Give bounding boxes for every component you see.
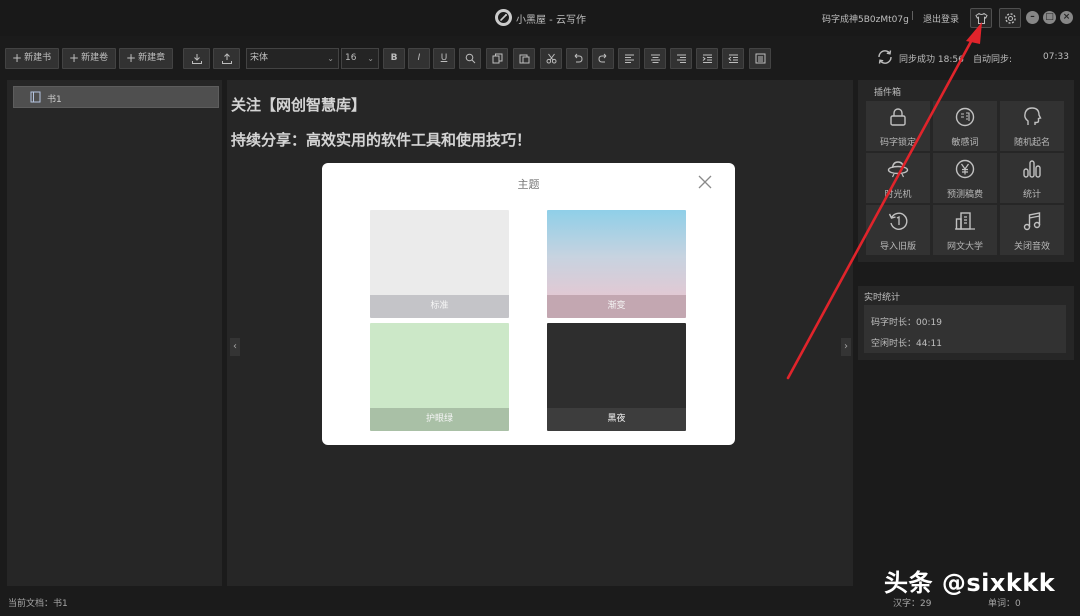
theme-label: 标准 <box>370 295 509 318</box>
watermark-text: 头条 @sixkkk <box>884 569 1056 597</box>
theme-label: 黑夜 <box>547 408 686 431</box>
theme-dialog: 主题 标准 渐变 护眼绿 黑夜 <box>322 163 735 445</box>
theme-label: 护眼绿 <box>370 408 509 431</box>
theme-option-gradient[interactable]: 渐变 <box>547 210 686 318</box>
dialog-title: 主题 <box>517 178 540 191</box>
close-icon[interactable] <box>697 174 713 190</box>
theme-option-eye-care-green[interactable]: 护眼绿 <box>370 323 509 431</box>
theme-swatch <box>547 323 686 408</box>
theme-swatch <box>370 323 509 408</box>
theme-label: 渐变 <box>547 295 686 318</box>
theme-swatch <box>547 210 686 295</box>
theme-swatch <box>370 210 509 295</box>
theme-option-night[interactable]: 黑夜 <box>547 323 686 431</box>
theme-option-standard[interactable]: 标准 <box>370 210 509 318</box>
